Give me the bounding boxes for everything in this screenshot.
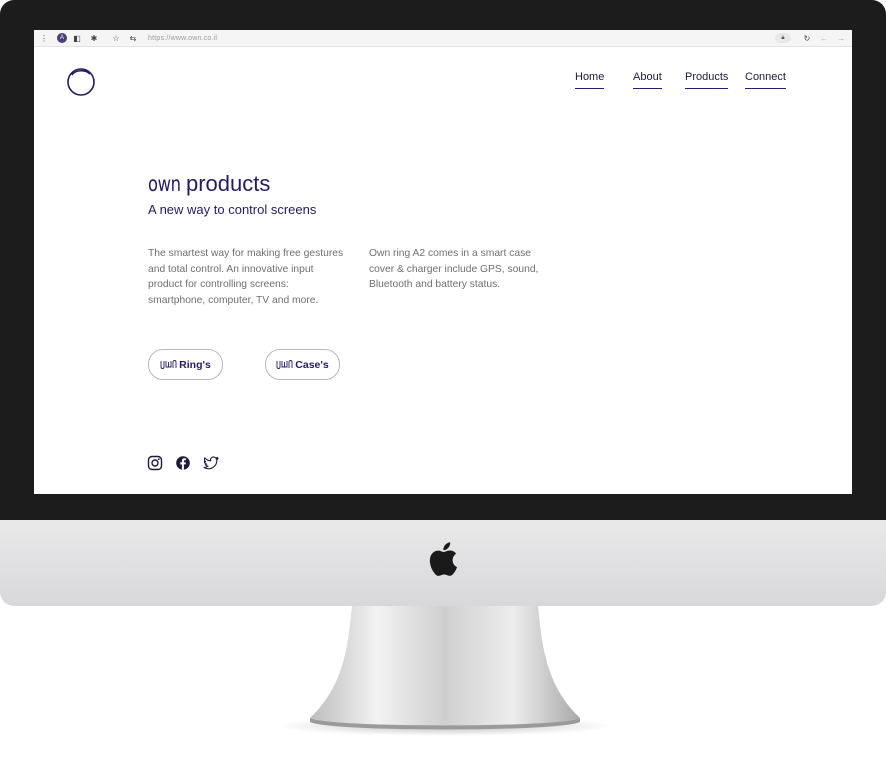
nav-home-link[interactable]: Home — [575, 71, 605, 89]
profile-avatar[interactable]: A — [57, 33, 67, 43]
brand-wordmark: own — [148, 172, 181, 196]
nav-products-link[interactable]: Products — [685, 71, 729, 89]
browser-toolbar: ⋮ A ◧ ✱ ☆ ⇆ https://www.own.co.il 🔒︎ ↻ ←… — [34, 30, 852, 47]
back-icon[interactable]: ← — [817, 31, 831, 45]
own-mini-logo-icon — [160, 360, 177, 369]
menu-dots-icon[interactable]: ⋮ — [37, 31, 51, 45]
reload-icon[interactable]: ↻ — [800, 31, 814, 45]
translate-icon[interactable]: ⇆ — [126, 31, 140, 45]
apple-logo-icon — [429, 542, 458, 576]
instagram-icon[interactable] — [147, 455, 163, 471]
star-icon[interactable]: ☆ — [109, 31, 123, 45]
screen: ⋮ A ◧ ✱ ☆ ⇆ https://www.own.co.il 🔒︎ ↻ ←… — [34, 30, 852, 494]
rings-button-label: Ring's — [179, 358, 211, 371]
own-logo-icon[interactable] — [66, 66, 96, 96]
page-subtitle: A new way to control screens — [148, 202, 317, 217]
nav-connect-link[interactable]: Connect — [745, 71, 786, 89]
forward-icon[interactable]: → — [834, 31, 848, 45]
extensions-icon[interactable]: ✱ — [87, 31, 101, 45]
sidebar-icon[interactable]: ◧ — [70, 31, 84, 45]
facebook-icon[interactable] — [175, 455, 191, 471]
twitter-icon[interactable] — [203, 455, 219, 471]
description-right: Own ring A2 comes in a smart case cover … — [369, 248, 539, 290]
monitor-stand — [280, 606, 610, 736]
own-mini-logo-icon — [276, 360, 293, 369]
rings-button[interactable]: Ring's — [148, 349, 223, 380]
lock-icon[interactable]: 🔒︎ — [775, 33, 791, 43]
cases-button[interactable]: Case's — [265, 349, 340, 380]
description-left: The smartest way for making free gesture… — [148, 248, 344, 306]
page-title: own products — [148, 171, 270, 197]
title-text: products — [186, 171, 271, 196]
nav-about-link[interactable]: About — [633, 71, 662, 89]
address-bar[interactable]: https://www.own.co.il — [148, 35, 217, 42]
cases-button-label: Case's — [295, 358, 329, 371]
